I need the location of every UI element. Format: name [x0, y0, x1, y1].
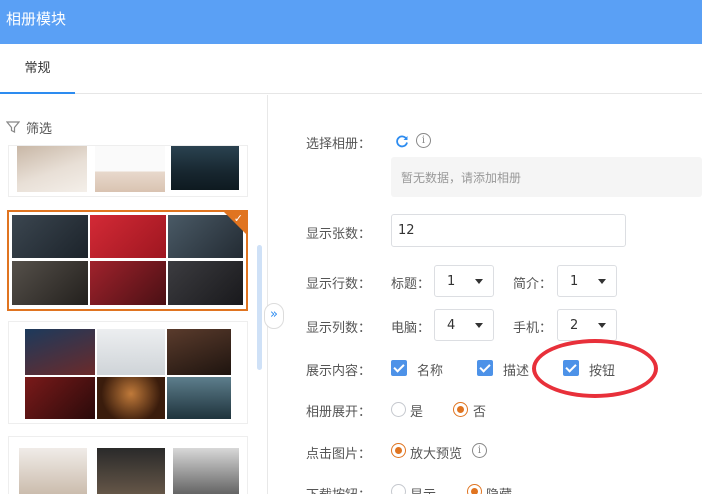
- info-icon[interactable]: i: [472, 443, 487, 458]
- refresh-icon[interactable]: [395, 134, 409, 148]
- info-icon[interactable]: i: [416, 133, 431, 148]
- template-2-image-2: [90, 215, 166, 258]
- pc-cols-select[interactable]: 4: [434, 309, 494, 341]
- filter-button[interactable]: 筛选: [6, 117, 52, 137]
- double-chevron-right-icon: »: [270, 307, 278, 322]
- checkbox-name-label: 名称: [417, 364, 444, 379]
- template-4-image-2: [97, 448, 165, 494]
- show-cols-label: 显示列数：: [306, 321, 372, 336]
- pc-cols-value: 4: [447, 318, 456, 333]
- window-title: 相册模块: [0, 0, 702, 44]
- collapse-sidebar-button[interactable]: »: [264, 303, 284, 329]
- template-1-image-1: [17, 146, 87, 192]
- template-1-image-3: [171, 146, 239, 190]
- template-card-1[interactable]: [8, 145, 248, 197]
- template-2-image-4: [12, 261, 88, 305]
- mobile-cols-label: 手机：: [513, 321, 553, 336]
- template-card-2[interactable]: ✓: [7, 210, 248, 311]
- radio-expand-yes-label: 是: [410, 405, 424, 420]
- tab-bar: 常规: [0, 44, 702, 94]
- album-expand-label: 相册展开：: [306, 405, 372, 420]
- radio-expand-yes[interactable]: [391, 402, 406, 417]
- radio-expand-no[interactable]: [453, 402, 468, 417]
- display-content-label: 展示内容：: [306, 364, 372, 379]
- album-select-label: 选择相册：: [306, 137, 372, 152]
- radio-download-hide[interactable]: [467, 484, 482, 494]
- checkbox-description-label: 描述: [503, 364, 530, 379]
- template-2-image-1: [12, 215, 88, 258]
- intro-rows-value: 1: [570, 274, 579, 289]
- radio-download-hide-label: 隐藏: [486, 484, 512, 494]
- chevron-down-icon: [598, 279, 606, 284]
- chevron-down-icon: [598, 323, 606, 328]
- template-1-image-2: [95, 146, 165, 192]
- template-3-image-3: [167, 329, 231, 375]
- filter-icon: [6, 121, 20, 133]
- template-3-image-4: [25, 377, 95, 419]
- template-2-image-5: [90, 261, 166, 305]
- intro-rows-label: 简介：: [513, 277, 553, 292]
- title-rows-select[interactable]: 1: [434, 265, 494, 297]
- template-card-4[interactable]: [8, 436, 248, 494]
- tab-general[interactable]: 常规: [0, 44, 75, 94]
- checkbox-description[interactable]: [477, 360, 493, 376]
- annotation-circle: [532, 339, 658, 398]
- check-icon: ✓: [233, 212, 243, 225]
- show-rows-label: 显示行数：: [306, 277, 372, 292]
- template-3-image-1: [25, 329, 95, 375]
- template-2-image-6: [168, 261, 243, 305]
- show-count-input[interactable]: 12: [391, 214, 626, 247]
- title-rows-label: 标题：: [391, 277, 431, 292]
- album-empty-placeholder: 暂无数据，请添加相册: [391, 157, 702, 197]
- show-count-value: 12: [398, 223, 415, 238]
- template-4-image-3: [173, 448, 239, 494]
- chevron-down-icon: [475, 323, 483, 328]
- template-3-image-6: [167, 377, 231, 419]
- radio-expand-no-label: 否: [473, 405, 487, 420]
- template-3-image-2: [97, 329, 165, 375]
- title-rows-value: 1: [447, 274, 456, 289]
- template-3-image-5: [97, 377, 165, 419]
- click-image-label: 点击图片：: [306, 447, 372, 462]
- filter-label: 筛选: [26, 121, 53, 137]
- chevron-down-icon: [475, 279, 483, 284]
- template-card-3[interactable]: [8, 321, 248, 424]
- template-sidebar: 筛选 ✓: [0, 95, 268, 494]
- pc-cols-label: 电脑：: [391, 321, 431, 336]
- template-4-image-1: [19, 448, 87, 494]
- checkbox-name[interactable]: [391, 360, 407, 376]
- mobile-cols-value: 2: [570, 318, 579, 333]
- intro-rows-select[interactable]: 1: [557, 265, 617, 297]
- radio-download-show-label: 显示: [410, 484, 436, 494]
- sidebar-scrollbar[interactable]: [257, 245, 262, 370]
- mobile-cols-select[interactable]: 2: [557, 309, 617, 341]
- radio-zoom-preview-label: 放大预览: [410, 447, 463, 462]
- download-button-label: 下载按钮：: [306, 484, 371, 494]
- radio-download-show[interactable]: [391, 484, 406, 494]
- radio-zoom-preview[interactable]: [391, 443, 406, 458]
- show-count-label: 显示张数：: [306, 227, 372, 242]
